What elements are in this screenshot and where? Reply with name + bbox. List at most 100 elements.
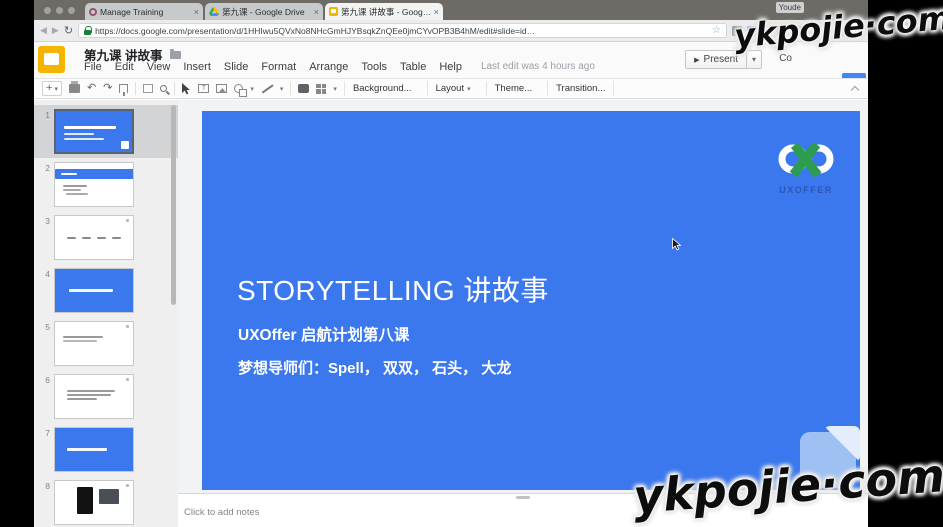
close-tab-icon[interactable]: × xyxy=(434,7,439,17)
maximize-window-button[interactable] xyxy=(68,7,75,14)
current-slide[interactable]: UXOFFER STORYTELLING 讲故事 UXOffer 启航计划第八课… xyxy=(202,111,860,490)
thumbnail-preview[interactable] xyxy=(54,321,134,366)
thumbnail-preview[interactable] xyxy=(54,480,134,525)
zoom-icon[interactable] xyxy=(160,85,167,92)
close-tab-icon[interactable]: × xyxy=(194,7,199,17)
tab-google-drive[interactable]: 第九课 - Google Drive × xyxy=(205,3,323,20)
slide-thumbnail-3[interactable]: 3 xyxy=(34,215,178,268)
uxoffer-logo-text: UXOFFER xyxy=(768,185,844,195)
select-tool-icon[interactable] xyxy=(182,83,191,95)
thumbnail-preview[interactable] xyxy=(54,215,134,260)
mouse-cursor xyxy=(672,238,682,251)
tab-title: 第九课 讲故事 - Google Slid… xyxy=(341,6,432,18)
tab-title: Manage Training xyxy=(100,7,192,17)
menu-help[interactable]: Help xyxy=(439,61,462,73)
slide-number: 7 xyxy=(34,427,50,472)
layout-button[interactable]: Layout ▾ xyxy=(427,81,479,96)
reload-icon[interactable]: ↻ xyxy=(64,24,73,37)
forward-icon[interactable]: ▶ xyxy=(52,25,59,36)
chevron-down-icon: ▾ xyxy=(280,85,284,93)
zoom-fit-icon[interactable] xyxy=(143,84,153,93)
close-window-button[interactable] xyxy=(44,7,51,14)
filmstrip-scrollbar[interactable] xyxy=(171,105,176,305)
slide-title[interactable]: STORYTELLING 讲故事 xyxy=(237,269,549,309)
thumbnail-preview[interactable] xyxy=(54,268,134,313)
new-slide-button[interactable]: + ▾ xyxy=(42,81,62,96)
chevron-down-icon: ▾ xyxy=(752,55,756,64)
last-edit-status[interactable]: Last edit was 4 hours ago xyxy=(481,61,595,73)
theme-button[interactable]: Theme... xyxy=(486,81,541,96)
slide-thumbnail-2[interactable]: 2 xyxy=(34,162,178,215)
thumbnail-preview[interactable] xyxy=(54,109,134,154)
slide-subtitle[interactable]: UXOffer 启航计划第八课 xyxy=(238,323,409,345)
slide-number: 6 xyxy=(34,374,50,419)
insert-line-icon[interactable] xyxy=(261,83,273,95)
close-tab-icon[interactable]: × xyxy=(314,7,319,17)
collapse-toolbar-icon[interactable] xyxy=(850,86,860,92)
tab-manage-training[interactable]: Manage Training × xyxy=(85,3,203,20)
minimize-window-button[interactable] xyxy=(56,7,63,14)
slide-thumbnail-5[interactable]: 5 xyxy=(34,321,178,374)
move-to-folder-icon[interactable] xyxy=(170,51,181,59)
thumbnail-preview[interactable] xyxy=(54,374,134,419)
bookmark-star-icon[interactable]: ☆ xyxy=(712,25,721,36)
tab-favicon xyxy=(89,8,97,16)
comments-button[interactable]: Co xyxy=(779,53,792,64)
menu-edit[interactable]: Edit xyxy=(115,61,134,73)
slide-mentors-line[interactable]: 梦想导师们：Spell， 双双， 石头， 大龙 xyxy=(238,357,511,378)
chevron-down-icon: ▾ xyxy=(54,85,58,93)
plus-icon: + xyxy=(46,83,52,94)
slide-thumbnail-6[interactable]: 6 xyxy=(34,374,178,427)
menu-bar: File Edit View Insert Slide Format Arran… xyxy=(84,61,595,73)
url-text[interactable]: https://docs.google.com/presentation/d/1… xyxy=(95,26,708,36)
paint-format-icon[interactable] xyxy=(119,84,128,93)
slide-thumbnail-8[interactable]: 8 xyxy=(34,480,178,527)
menu-arrange[interactable]: Arrange xyxy=(309,61,348,73)
menu-slide[interactable]: Slide xyxy=(224,61,248,73)
insert-image-icon[interactable] xyxy=(216,84,227,93)
thumbnail-preview[interactable] xyxy=(54,427,134,472)
tab-title: 第九课 - Google Drive xyxy=(222,6,312,18)
slide-number: 4 xyxy=(34,268,50,313)
menu-insert[interactable]: Insert xyxy=(183,61,211,73)
slide-number: 2 xyxy=(34,162,50,207)
toolbar-separator xyxy=(290,82,291,95)
url-field[interactable]: https://docs.google.com/presentation/d/1… xyxy=(78,23,727,38)
insert-comment-icon[interactable] xyxy=(298,84,309,93)
edit-toolbar: + ▾ ↶ ↷ T ▾ ▾ ▾ Background... xyxy=(34,78,868,99)
slide-thumbnail-1[interactable]: 1 xyxy=(34,105,178,158)
text-box-icon[interactable]: T xyxy=(198,84,209,93)
print-icon[interactable] xyxy=(69,84,80,93)
slides-app-logo[interactable] xyxy=(38,46,65,73)
background-button[interactable]: Background... xyxy=(344,81,420,96)
drive-icon xyxy=(209,7,219,16)
slide-thumbnail-7[interactable]: 7 xyxy=(34,427,178,480)
present-label: Present xyxy=(704,54,738,65)
back-icon[interactable]: ◀ xyxy=(40,25,47,36)
slide-thumbnail-4[interactable]: 4 xyxy=(34,268,178,321)
slide-filmstrip: 1 2 xyxy=(34,100,178,527)
uxoffer-logo: UXOFFER xyxy=(768,143,844,195)
notes-resize-handle[interactable] xyxy=(516,496,530,499)
video-frame: Manage Training × 第九课 - Google Drive × 第… xyxy=(0,0,943,527)
transition-button[interactable]: Transition... xyxy=(547,81,614,96)
notes-placeholder[interactable]: Click to add notes xyxy=(184,507,260,518)
tab-google-slides-active[interactable]: 第九课 讲故事 - Google Slid… × xyxy=(325,3,443,20)
uxoffer-logo-icon xyxy=(777,143,835,179)
slide-number: 1 xyxy=(34,109,50,154)
menu-format[interactable]: Format xyxy=(261,61,296,73)
thumbnail-preview[interactable] xyxy=(54,162,134,207)
redo-icon[interactable]: ↷ xyxy=(103,83,112,94)
menu-file[interactable]: File xyxy=(84,61,102,73)
menu-view[interactable]: View xyxy=(147,61,171,73)
window-controls[interactable] xyxy=(44,7,75,14)
slide-number: 8 xyxy=(34,480,50,525)
menu-table[interactable]: Table xyxy=(400,61,426,73)
play-icon: ▶ xyxy=(694,56,699,64)
align-icon[interactable] xyxy=(316,84,326,94)
undo-icon[interactable]: ↶ xyxy=(87,83,96,94)
insert-shape-icon[interactable] xyxy=(234,84,243,93)
slide-number: 5 xyxy=(34,321,50,366)
menu-tools[interactable]: Tools xyxy=(361,61,387,73)
chevron-down-icon: ▾ xyxy=(333,85,337,93)
